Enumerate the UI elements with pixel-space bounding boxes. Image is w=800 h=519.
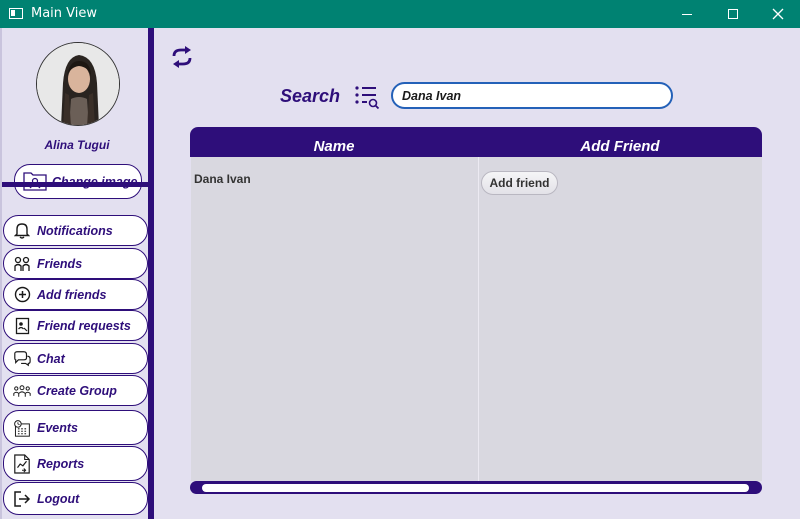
- chat-icon: [13, 350, 31, 368]
- search-input[interactable]: [391, 82, 673, 109]
- profile-photo: [37, 43, 119, 125]
- table-header: Name Add Friend: [190, 127, 762, 157]
- avatar: [36, 42, 120, 126]
- plus-circle-icon: [13, 286, 31, 304]
- search-filter-button[interactable]: [354, 84, 380, 110]
- nav-label: Create Group: [37, 383, 117, 398]
- minimize-icon: [682, 13, 692, 15]
- app-icon: [9, 8, 23, 19]
- logout-icon: [13, 490, 31, 508]
- minimize-button[interactable]: [664, 0, 710, 28]
- request-icon: [13, 317, 31, 335]
- table-cell-name[interactable]: Dana Ivan: [194, 172, 251, 186]
- column-header-add-friend[interactable]: Add Friend: [478, 138, 762, 155]
- report-icon: [13, 453, 31, 474]
- friends-icon: [13, 255, 31, 273]
- column-header-name[interactable]: Name: [190, 138, 478, 155]
- sidebar-border: [148, 28, 154, 519]
- nav-create-group[interactable]: Create Group: [3, 375, 148, 406]
- nav-events[interactable]: Events: [3, 410, 148, 445]
- nav-friends[interactable]: Friends: [3, 248, 148, 279]
- nav-label: Chat: [37, 351, 65, 366]
- column-separator: [478, 157, 479, 481]
- nav-reports[interactable]: Reports: [3, 446, 148, 481]
- nav-label: Friend requests: [37, 318, 131, 333]
- maximize-icon: [728, 9, 738, 19]
- nav-label: Logout: [37, 491, 80, 506]
- calendar-icon: [13, 419, 31, 437]
- close-icon: [772, 8, 784, 20]
- scrollbar-thumb[interactable]: [202, 484, 749, 492]
- close-button[interactable]: [755, 0, 800, 28]
- refresh-button[interactable]: [170, 44, 194, 70]
- user-name: Alina Tugui: [44, 138, 110, 152]
- list-search-icon: [355, 86, 380, 110]
- nav-label: Notifications: [37, 223, 113, 238]
- nav-notifications[interactable]: Notifications: [3, 215, 148, 246]
- group-icon: [13, 382, 31, 400]
- nav-logout[interactable]: Logout: [3, 482, 148, 515]
- horizontal-scrollbar[interactable]: [190, 481, 762, 494]
- nav-label: Reports: [37, 456, 85, 471]
- nav-add-friends[interactable]: Add friends: [3, 279, 148, 310]
- table-body: Dana Ivan Add friend: [191, 157, 762, 481]
- nav-label: Friends: [37, 256, 83, 271]
- sidebar-separator: [2, 182, 148, 187]
- nav-label: Events: [37, 420, 78, 435]
- search-label: Search: [280, 86, 341, 106]
- title-bar: Main View: [0, 0, 800, 28]
- nav-friend-requests[interactable]: Friend requests: [3, 310, 148, 341]
- add-friend-button[interactable]: Add friend: [481, 171, 558, 195]
- refresh-icon: [172, 46, 192, 68]
- bell-icon: [13, 222, 31, 240]
- friends-table: Name Add Friend Dana Ivan Add friend: [190, 127, 762, 494]
- maximize-button[interactable]: [710, 0, 756, 28]
- nav-chat[interactable]: Chat: [3, 343, 148, 374]
- window-title: Main View: [31, 6, 98, 21]
- nav-label: Add friends: [37, 287, 107, 302]
